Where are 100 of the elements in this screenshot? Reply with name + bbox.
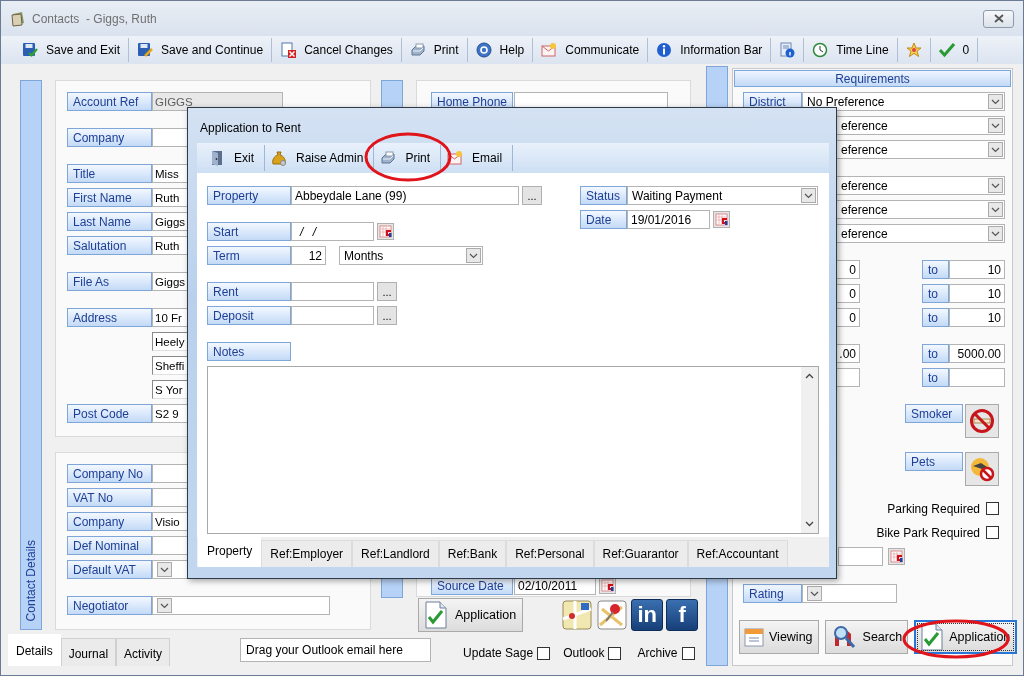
field-label: Salutation [67, 236, 152, 255]
checkbox-label: Outlook [563, 646, 605, 660]
toolbar-button[interactable]: Information Bar [648, 38, 772, 62]
document-info-icon [779, 42, 796, 58]
calendar-icon[interactable] [713, 211, 730, 228]
field-label: Date [580, 210, 627, 229]
envelope-icon [447, 150, 464, 166]
calendar-icon[interactable] [888, 548, 905, 565]
tab[interactable]: Ref:Landlord [352, 540, 439, 567]
text-field[interactable]: 10 [949, 260, 1005, 279]
field-label: Smoker [905, 404, 963, 423]
tab[interactable]: Ref:Personal [506, 540, 594, 567]
social-link-button[interactable]: f [666, 599, 699, 631]
document-check-icon [423, 601, 449, 629]
browse-button[interactable]: ... [522, 186, 542, 205]
close-button[interactable] [983, 9, 1014, 28]
field-label: Title [67, 164, 152, 183]
tab[interactable]: Ref:Employer [261, 540, 353, 567]
text-field[interactable]: 12 [291, 246, 326, 265]
field-label: VAT No [67, 488, 152, 507]
window-title: Contacts - Giggs, Ruth [32, 11, 157, 26]
toolbar-button[interactable]: 0 [930, 38, 979, 62]
field-label: Pets [905, 452, 963, 471]
tab[interactable]: Ref:Accountant [687, 540, 788, 567]
tab[interactable]: Ref:Guarantor [593, 540, 688, 567]
checkbox-label: Archive [637, 646, 678, 660]
checkbox[interactable] [681, 646, 695, 660]
date-field[interactable]: 19/01/2016 [627, 210, 710, 229]
toolbar-button[interactable]: Raise Admin [265, 145, 375, 171]
text-field[interactable] [949, 368, 1005, 387]
dropdown[interactable]: eference [834, 200, 1005, 219]
field-label: Status [580, 186, 627, 205]
tab[interactable]: Activity [116, 638, 171, 666]
money-bag-icon [271, 150, 287, 166]
scroll-down-icon[interactable] [805, 521, 814, 527]
toolbar-button[interactable]: Save and Exit [14, 38, 130, 62]
date-field[interactable]: / / [291, 222, 374, 241]
action-button[interactable]: Viewing [739, 620, 819, 654]
toggle-button[interactable] [965, 452, 999, 486]
field-label: Company No [67, 464, 152, 483]
no-pets-icon [969, 456, 995, 482]
field-label: Company [67, 128, 152, 147]
tab[interactable]: Ref:Bank [438, 540, 507, 567]
checkbox[interactable] [608, 646, 622, 660]
checkbox[interactable] [986, 526, 999, 539]
field-label: Notes [207, 342, 291, 361]
application-button[interactable]: Application [418, 598, 524, 632]
calendar-icon[interactable] [377, 223, 394, 240]
toggle-button[interactable] [965, 404, 999, 438]
field-label: Post Code [67, 404, 152, 423]
dropdown[interactable]: eference [834, 140, 1005, 159]
browse-button[interactable]: ... [377, 306, 397, 325]
dropdown[interactable]: eference [834, 176, 1005, 195]
field-label: Last Name [67, 212, 152, 231]
field-label: Account Ref [67, 92, 152, 111]
toolbar-button[interactable]: Print [401, 38, 468, 62]
field-label: Def Nominal [67, 536, 152, 555]
field-label: Rating [743, 584, 802, 603]
text-field[interactable]: Abbeydale Lane (99) [291, 186, 519, 205]
toolbar-button[interactable]: Save and Continue [129, 38, 273, 62]
text-field[interactable] [291, 306, 374, 325]
map-icon[interactable] [561, 599, 594, 631]
dropdown[interactable]: No Preference [802, 92, 1005, 111]
dropdown[interactable]: eference [834, 116, 1005, 135]
field-label: to [922, 308, 949, 327]
toolbar-button[interactable]: Time Line [804, 38, 898, 62]
drop-field[interactable]: Drag your Outlook email here [240, 638, 432, 662]
text-field[interactable]: 5000.00 [949, 344, 1005, 363]
scroll-up-icon[interactable] [805, 373, 814, 379]
field-label: to [922, 260, 949, 279]
text-field[interactable]: 10 [949, 308, 1005, 327]
text-field[interactable] [291, 282, 374, 301]
dropdown[interactable]: eference [834, 224, 1005, 243]
door-icon [209, 150, 225, 166]
text-field[interactable]: 10 [949, 284, 1005, 303]
action-button[interactable]: Search [824, 620, 909, 654]
dropdown[interactable]: Months [339, 246, 483, 265]
toolbar-button[interactable]: Communicate [533, 38, 649, 62]
tab[interactable]: Journal [60, 638, 117, 666]
field-label: Term [207, 246, 291, 265]
field-label: Default VAT [67, 560, 152, 579]
date-field[interactable] [838, 547, 883, 566]
info-icon [656, 42, 673, 58]
toolbar-button[interactable]: Cancel Changes [272, 38, 402, 62]
side-tab[interactable]: Contact Details [20, 80, 42, 630]
tab[interactable]: Property [198, 537, 262, 567]
field-label: Rent [207, 282, 291, 301]
toolbar-button[interactable]: Email [441, 145, 514, 171]
toolbar-button[interactable]: Help [467, 38, 534, 62]
checkbox[interactable] [986, 502, 999, 515]
tab[interactable]: Details [8, 634, 61, 666]
scrollbar[interactable] [801, 367, 818, 533]
notes-field[interactable] [207, 366, 819, 534]
map-pin-icon[interactable] [596, 599, 629, 631]
checkbox[interactable] [537, 646, 551, 660]
social-link-button[interactable]: in [631, 599, 664, 631]
toolbar-button[interactable]: Exit [203, 145, 265, 171]
browse-button[interactable]: ... [377, 282, 397, 301]
dropdown[interactable]: Waiting Payment [627, 186, 818, 205]
checkbox-label: Parking Required [887, 501, 980, 516]
